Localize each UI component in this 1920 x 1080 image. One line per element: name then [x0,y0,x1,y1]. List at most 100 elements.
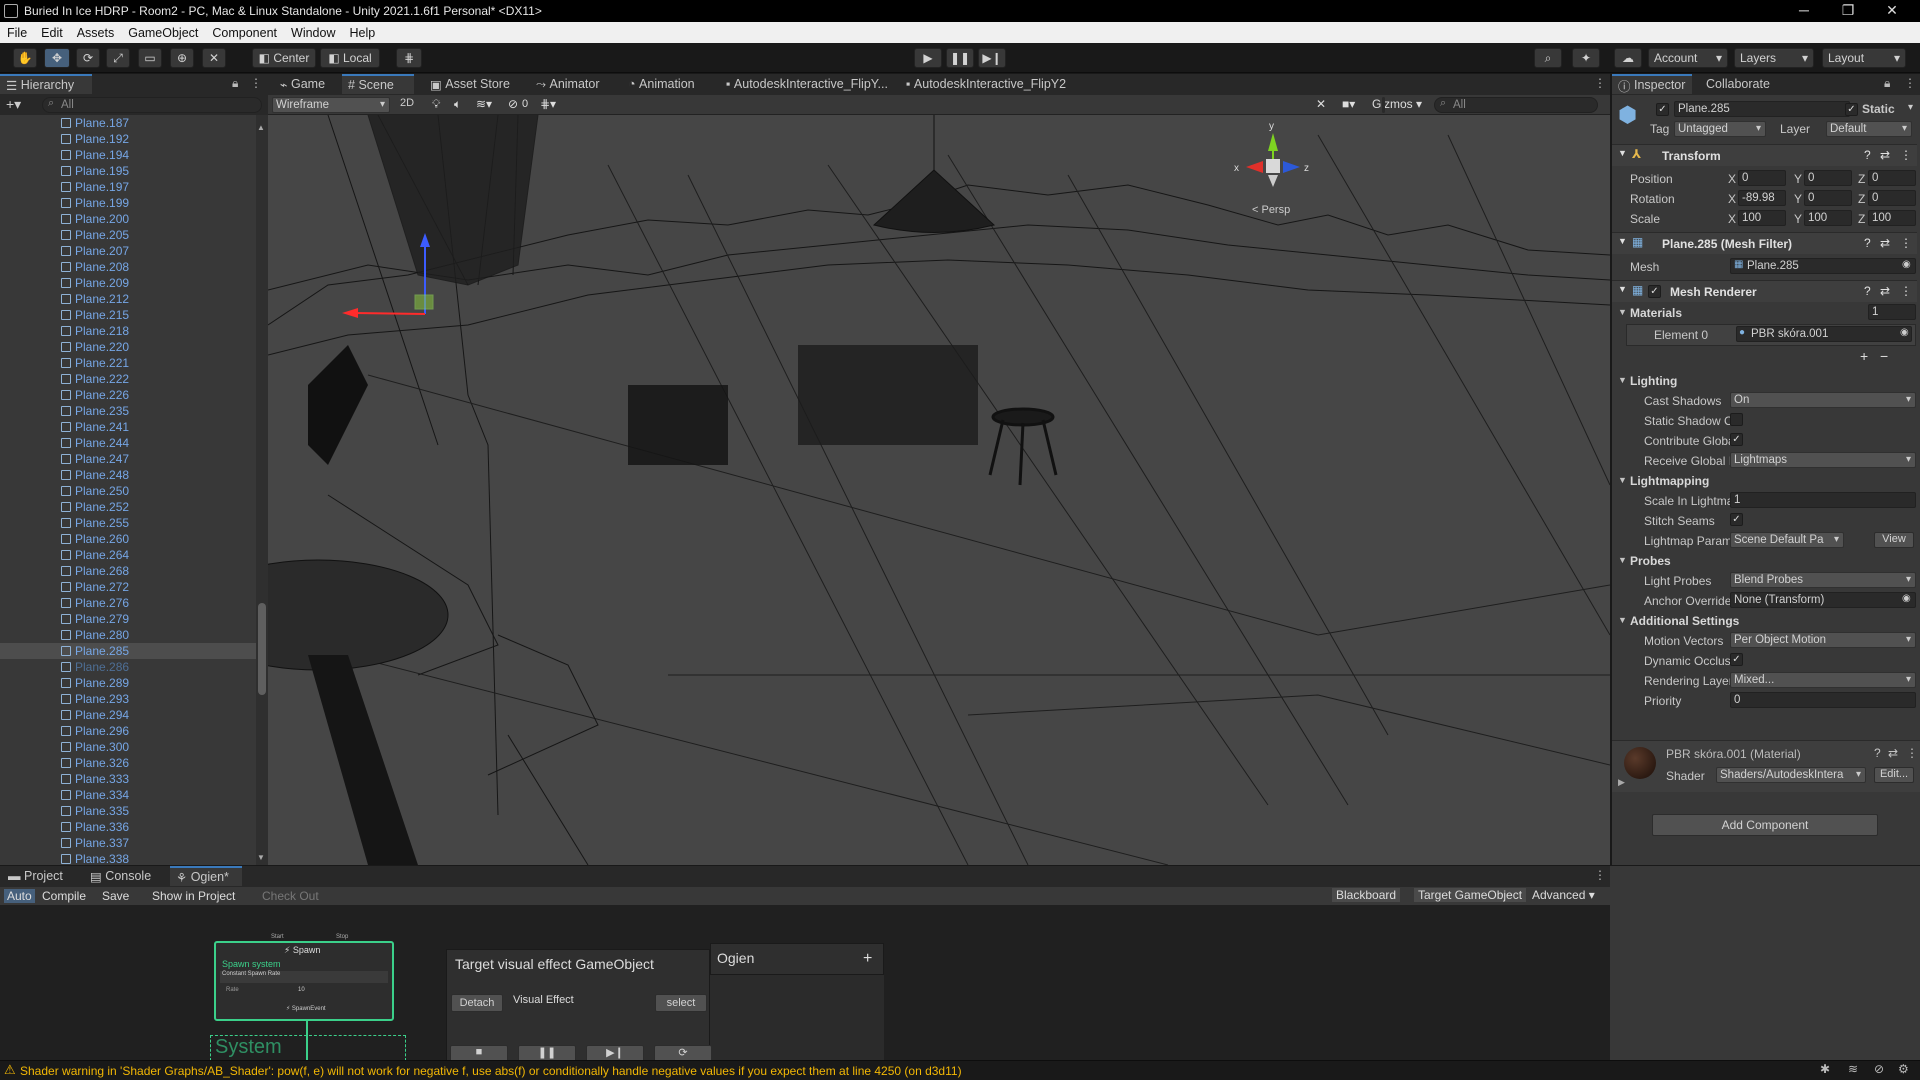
grid-toggle-icon[interactable]: ⋕▾ [540,97,556,111]
menu-edit[interactable]: Edit [34,26,70,40]
spawn-rate-block[interactable]: Constant Spawn Rate [220,971,388,983]
draw-mode-dropdown[interactable]: Wireframe [272,97,390,113]
mesh-renderer-header[interactable]: ▼ ▦ ✓ Mesh Renderer ? ⇄ ⋮ [1612,280,1917,302]
hierarchy-item[interactable]: Plane.221 [0,355,256,371]
tab-hierarchy[interactable]: ☰ Hierarchy [0,74,92,94]
hierarchy-item[interactable]: Plane.264 [0,547,256,563]
hierarchy-item[interactable]: Plane.272 [0,579,256,595]
scene-search-input[interactable]: All [1434,97,1598,113]
status-bar[interactable]: ⚠ Shader warning in 'Shader Graphs/AB_Sh… [0,1060,1920,1080]
maximize-button[interactable]: ❐ [1828,0,1868,22]
lighting-icon[interactable]: 💡︎ [432,97,440,112]
scale-y-input[interactable]: 100 [1804,210,1852,226]
foldout-arrow-icon[interactable]: ▼ [1618,555,1627,565]
tab-project[interactable]: ▬ Project [2,866,69,886]
more-icon[interactable]: ⋮ [1594,76,1606,90]
tab-console[interactable]: ▤ Console [84,866,157,886]
foldout-arrow-icon[interactable]: ▶ [1618,777,1625,788]
static-checkbox[interactable]: ✓ [1845,103,1858,116]
hierarchy-item[interactable]: Plane.194 [0,147,256,163]
tab-autodesk-2[interactable]: ▪ AutodeskInteractive_FlipY2 [900,74,1072,94]
hierarchy-item[interactable]: Plane.252 [0,499,256,515]
tab-animation[interactable]: ◔ Animation [622,74,701,94]
preset-icon[interactable]: ⇄ [1880,148,1890,162]
grid-snap-icon[interactable]: ⋕ [396,48,422,68]
hierarchy-item[interactable]: Plane.280 [0,627,256,643]
layers-status-icon[interactable]: ≋ [1848,1062,1858,1076]
edit-shader-button[interactable]: Edit... [1874,767,1914,783]
help-icon[interactable]: ? [1864,236,1871,250]
hierarchy-item[interactable]: Plane.337 [0,835,256,851]
cache-server-icon[interactable]: ⚙ [1898,1062,1909,1076]
hierarchy-item[interactable]: Plane.336 [0,819,256,835]
hierarchy-item[interactable]: Plane.279 [0,611,256,627]
hierarchy-item[interactable]: Plane.285 [0,643,256,659]
menu-help[interactable]: Help [342,26,382,40]
object-name-input[interactable]: Plane.285 [1674,101,1850,117]
move-tool-icon[interactable]: ✥ [44,48,70,68]
scroll-down-icon[interactable]: ▼ [257,853,265,862]
rect-tool-icon[interactable]: ▭ [138,48,162,68]
hierarchy-item[interactable]: Plane.255 [0,515,256,531]
hierarchy-item[interactable]: Plane.212 [0,291,256,307]
hierarchy-item[interactable]: Plane.268 [0,563,256,579]
foldout-arrow-icon[interactable]: ▼ [1618,615,1627,625]
hierarchy-search-input[interactable]: All [42,97,262,113]
hierarchy-item[interactable]: Plane.293 [0,691,256,707]
preset-icon[interactable]: ⇄ [1880,236,1890,250]
hierarchy-item[interactable]: Plane.250 [0,483,256,499]
object-picker-icon[interactable]: ◉ [1902,259,1911,270]
more-icon[interactable]: ⋮ [1900,148,1912,162]
target-gameobject-toggle[interactable]: Target GameObject [1414,888,1527,902]
tag-dropdown[interactable]: Untagged [1674,121,1766,137]
scene-viewport[interactable]: y x z < Persp [268,115,1610,865]
light-probes-dropdown[interactable]: Blend Probes [1730,572,1916,588]
rotation-y-input[interactable]: 0 [1804,190,1852,206]
menu-window[interactable]: Window [284,26,342,40]
hierarchy-item[interactable]: Plane.195 [0,163,256,179]
spawn-rate-value[interactable]: 10 [298,987,305,993]
hierarchy-scrollbar[interactable]: ▲ ▼ [256,115,268,865]
receive-gi-dropdown[interactable]: Lightmaps [1730,452,1916,468]
hand-tool-icon[interactable]: ✋ [13,48,37,68]
lock-icon[interactable]: 🔒︎ [1884,76,1890,91]
tab-game[interactable]: ⌁ Game [274,74,331,94]
static-shadow-checkbox[interactable] [1730,413,1743,426]
hierarchy-item[interactable]: Plane.294 [0,707,256,723]
hierarchy-item[interactable]: Plane.300 [0,739,256,755]
hierarchy-item[interactable]: Plane.200 [0,211,256,227]
menu-gameobject[interactable]: GameObject [121,26,205,40]
advanced-dropdown[interactable]: Advanced ▾ [1528,888,1599,902]
vfx-graph-canvas[interactable]: Start Stop ⚡ Spawn Spawn system Constant… [0,905,1610,1065]
hierarchy-item[interactable]: Plane.247 [0,451,256,467]
layers-dropdown[interactable]: Layers ▾ [1734,48,1814,68]
select-button[interactable]: select [655,994,707,1012]
menu-component[interactable]: Component [205,26,284,40]
tools-icon[interactable]: ✕ [1316,97,1326,111]
foldout-arrow-icon[interactable]: ▼ [1618,307,1627,317]
help-icon[interactable]: ? [1864,148,1871,162]
contribute-gi-checkbox[interactable]: ✓ [1730,433,1743,446]
foldout-arrow-icon[interactable]: ▼ [1618,475,1627,485]
view-button[interactable]: View [1874,532,1914,548]
mesh-object-field[interactable]: Plane.285 [1730,258,1916,274]
hierarchy-item[interactable]: Plane.289 [0,675,256,691]
tab-scene[interactable]: # Scene [342,74,414,94]
object-picker-icon[interactable]: ◉ [1900,327,1909,338]
effects-icon[interactable]: ≋▾ [476,97,492,111]
priority-input[interactable]: 0 [1730,692,1916,708]
menu-assets[interactable]: Assets [70,26,122,40]
toggle-2d-button[interactable]: 2D [396,97,418,113]
scale-z-input[interactable]: 100 [1868,210,1916,226]
hierarchy-item[interactable]: Plane.286 [0,659,256,675]
dynamic-occlusion-checkbox[interactable]: ✓ [1730,653,1743,666]
foldout-arrow-icon[interactable]: ▼ [1618,375,1627,385]
add-property-button[interactable]: + [863,950,872,968]
hierarchy-item[interactable]: Plane.244 [0,435,256,451]
save-button[interactable]: Save [102,889,129,903]
hierarchy-item[interactable]: Plane.338 [0,851,256,867]
hierarchy-item[interactable]: Plane.222 [0,371,256,387]
search-icon[interactable]: ⌕ [1534,48,1562,68]
materials-count-input[interactable]: 1 [1868,304,1916,320]
stitch-seams-checkbox[interactable]: ✓ [1730,513,1743,526]
